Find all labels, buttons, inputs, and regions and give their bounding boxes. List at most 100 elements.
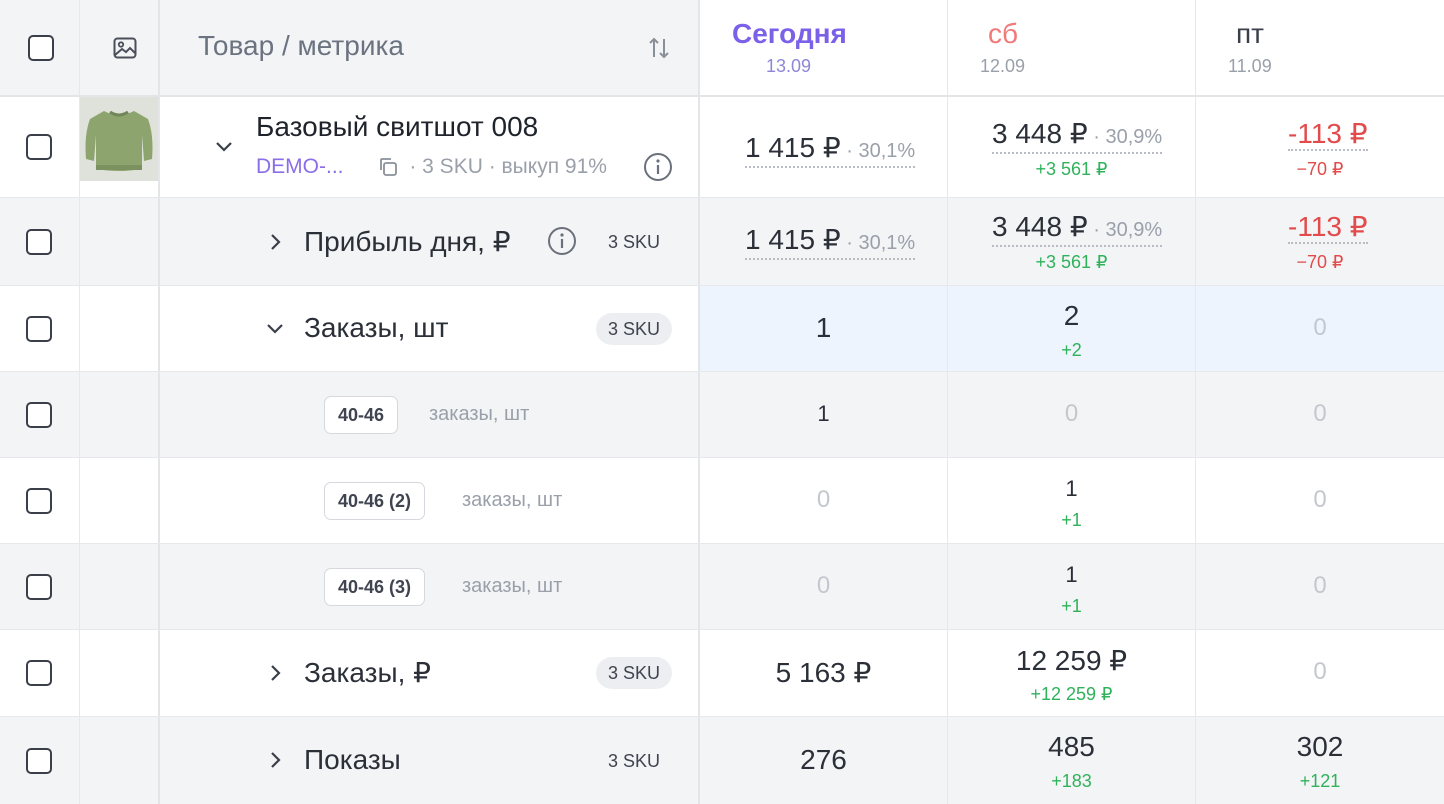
profit-delta: +3 561 ₽: [1035, 159, 1108, 179]
size-chip: 40-46 (2): [324, 481, 426, 520]
day-cell[interactable]: 1: [700, 372, 948, 457]
cell-value: 302: [1296, 731, 1344, 762]
chevron-right-icon[interactable]: [266, 750, 286, 770]
row-checkbox[interactable]: [26, 747, 52, 774]
day-cell[interactable]: 1 415 ₽ · 30,1%: [700, 97, 948, 197]
metric-row-orders-count[interactable]: Заказы, шт 3 SKU 1 2 +2 0: [0, 286, 1444, 372]
product-row: Базовый свитшот 008 DEMO-... · 3 SKU · в…: [0, 97, 1444, 198]
info-icon[interactable]: [643, 152, 673, 182]
day-cell[interactable]: 1 +1: [948, 544, 1196, 629]
size-row[interactable]: 40-46 (2) заказы, шт 0 1 +1 0: [0, 458, 1444, 544]
day-cell[interactable]: 276: [700, 717, 948, 804]
row-checkbox[interactable]: [26, 401, 52, 428]
chevron-down-icon[interactable]: [214, 137, 234, 157]
metric-row-profit[interactable]: Прибыль дня, ₽ 3 SKU 1 415 ₽ · 30,1% 3 4…: [0, 198, 1444, 286]
day-column-header[interactable]: Сегодня 13.09: [700, 0, 948, 95]
day-cell[interactable]: -113 ₽ −70 ₽: [1196, 198, 1444, 285]
cell-value: 485: [1048, 731, 1095, 762]
day-cell[interactable]: 0: [1196, 372, 1444, 457]
day-cell[interactable]: 1 415 ₽ · 30,1%: [700, 198, 948, 285]
cell-value: 0: [1313, 571, 1327, 599]
size-chip: 40-46 (3): [324, 567, 426, 606]
cell-value: 1: [1065, 476, 1078, 501]
cell-delta: +1: [1061, 510, 1082, 530]
cell-value: 1: [817, 400, 830, 426]
profit-value: 3 448 ₽ · 30,9%: [992, 212, 1163, 247]
chevron-down-icon[interactable]: [265, 319, 285, 339]
profit-value: -113 ₽: [1288, 118, 1368, 151]
cell-value: 0: [816, 571, 831, 599]
metrics-table: Товар / метрика Сегодня 13.09 сб 12.09 п…: [0, 0, 1444, 804]
profit-delta: +3 561 ₽: [1035, 252, 1108, 272]
day-cell[interactable]: 0: [1196, 286, 1444, 371]
day-column-header[interactable]: пт 11.09: [1196, 0, 1444, 95]
cell-value: 0: [1313, 485, 1327, 513]
cell-value: 0: [1313, 313, 1327, 341]
day-cell[interactable]: 0: [1196, 458, 1444, 543]
row-checkbox[interactable]: [26, 660, 52, 686]
table-header: Товар / метрика Сегодня 13.09 сб 12.09 п…: [0, 0, 1444, 97]
day-cell[interactable]: 12 259 ₽ +12 259 ₽: [948, 630, 1196, 716]
row-checkbox[interactable]: [26, 315, 52, 342]
day-cell[interactable]: 0: [700, 544, 948, 629]
cell-value: 2: [1063, 300, 1080, 331]
row-checkbox[interactable]: [26, 487, 52, 514]
day-column-header[interactable]: сб 12.09: [948, 0, 1196, 95]
day-cell[interactable]: 485 +183: [948, 717, 1196, 804]
cell-delta: +183: [1051, 771, 1092, 791]
cell-value: 12 259 ₽: [1015, 645, 1128, 676]
profit-value: 1 415 ₽ · 30,1%: [745, 225, 916, 260]
product-meta: · 3 SKU · выкуп 91%: [409, 155, 607, 178]
sku-badge: 3 SKU: [607, 750, 660, 771]
day-date: 13.09: [766, 56, 812, 76]
product-thumbnail[interactable]: [80, 97, 158, 181]
profit-delta: −70 ₽: [1296, 159, 1344, 179]
sku-badge: 3 SKU: [595, 312, 672, 345]
info-icon[interactable]: [547, 226, 577, 256]
cell-delta: +1: [1061, 596, 1082, 616]
day-cell[interactable]: 3 448 ₽ · 30,9% +3 561 ₽: [948, 97, 1196, 197]
cell-value: 1: [1065, 562, 1078, 587]
cell-value: 0: [1313, 399, 1327, 427]
metric-label: Прибыль дня, ₽: [304, 225, 511, 257]
row-checkbox[interactable]: [26, 134, 52, 160]
day-date: 11.09: [1228, 56, 1272, 76]
copy-icon[interactable]: [377, 156, 399, 178]
day-cell[interactable]: 0: [1196, 544, 1444, 629]
chevron-right-icon[interactable]: [266, 663, 286, 683]
day-cell[interactable]: 2 +2: [948, 286, 1196, 371]
metric-label: Показы: [304, 743, 401, 775]
day-cell[interactable]: -113 ₽ −70 ₽: [1196, 97, 1444, 197]
cell-value: 5 163 ₽: [775, 657, 872, 688]
size-row[interactable]: 40-46 (3) заказы, шт 0 1 +1 0: [0, 544, 1444, 630]
day-name: пт: [1236, 18, 1264, 49]
profit-delta: −70 ₽: [1296, 252, 1344, 272]
day-date: 12.09: [980, 56, 1026, 76]
day-cell[interactable]: 0: [948, 372, 1196, 457]
cell-delta: +12 259 ₽: [1030, 684, 1113, 704]
profit-value: 3 448 ₽ · 30,9%: [992, 119, 1163, 154]
cell-value: 0: [1064, 399, 1079, 427]
day-cell[interactable]: 0: [1196, 630, 1444, 716]
chevron-right-icon[interactable]: [266, 232, 286, 252]
day-cell[interactable]: 302 +121: [1196, 717, 1444, 804]
metric-row-impressions[interactable]: Показы 3 SKU 276 485 +183 302 +121: [0, 717, 1444, 804]
row-checkbox[interactable]: [26, 228, 52, 255]
profit-value: -113 ₽: [1288, 211, 1368, 244]
cell-delta: +2: [1061, 340, 1082, 360]
cell-value: 0: [1313, 658, 1327, 685]
select-all-checkbox[interactable]: [28, 34, 54, 61]
day-cell[interactable]: 0: [700, 458, 948, 543]
day-cell[interactable]: 1: [700, 286, 948, 371]
size-row[interactable]: 40-46 заказы, шт 1 0 0: [0, 372, 1444, 458]
day-cell[interactable]: 3 448 ₽ · 30,9% +3 561 ₽: [948, 198, 1196, 285]
column-title: Товар / метрика: [198, 30, 404, 61]
day-cell[interactable]: 5 163 ₽: [700, 630, 948, 716]
product-title[interactable]: Базовый свитшот 008: [256, 111, 538, 143]
sort-icon[interactable]: [648, 36, 670, 60]
metric-row-orders-sum[interactable]: Заказы, ₽ 3 SKU 5 163 ₽ 12 259 ₽ +12 259…: [0, 630, 1444, 717]
cell-delta: +121: [1299, 771, 1341, 791]
row-checkbox[interactable]: [26, 573, 52, 600]
product-code[interactable]: DEMO-...: [256, 155, 344, 178]
day-cell[interactable]: 1 +1: [948, 458, 1196, 543]
